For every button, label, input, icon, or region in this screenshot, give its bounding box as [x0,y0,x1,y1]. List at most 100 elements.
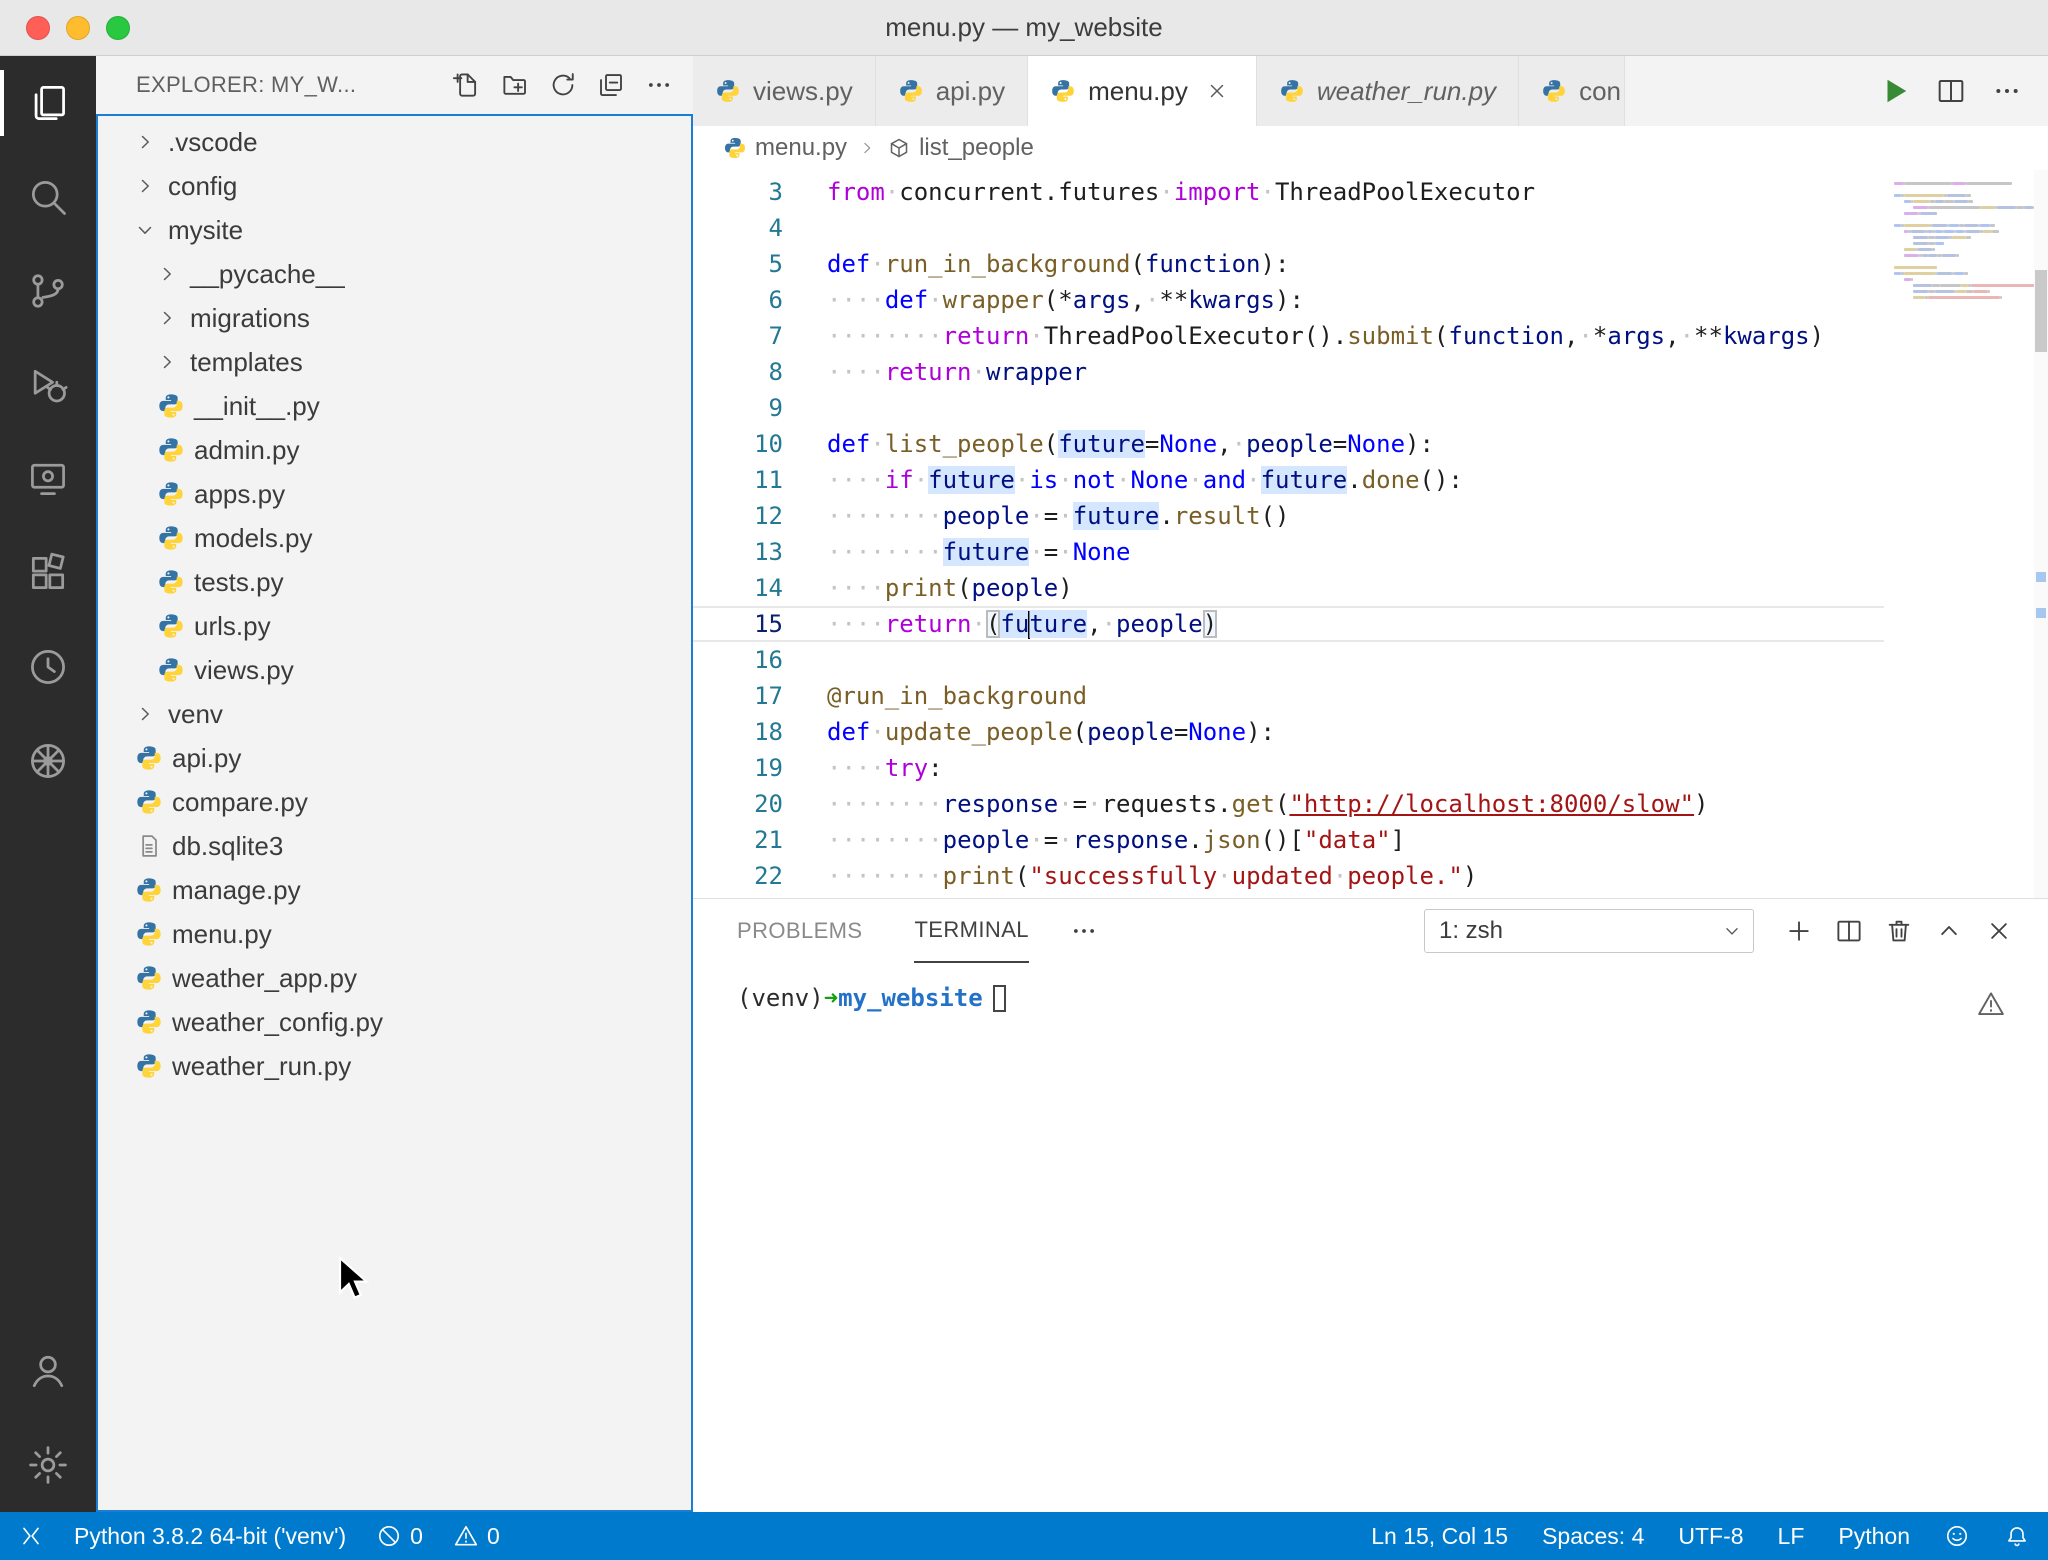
code-line-15[interactable]: 15····return·(future,·people) [693,606,1884,642]
activity-item-settings[interactable] [0,1418,96,1512]
tree-item-models.py[interactable]: models.py [98,516,691,560]
code-line-8[interactable]: 8····return·wrapper [693,354,1884,390]
editor-scrollbar[interactable] [2034,170,2048,898]
tree-item-migrations[interactable]: migrations [98,296,691,340]
tree-item-config[interactable]: config [98,164,691,208]
minimize-window-button[interactable] [66,16,90,40]
close-tab-button[interactable] [1200,74,1234,108]
status-remote-indicator[interactable] [18,1523,44,1549]
split-terminal-button[interactable] [1826,908,1872,954]
activity-item-account[interactable] [0,1324,96,1418]
tab-weather_run.py[interactable]: weather_run.py [1257,56,1519,126]
tree-item-weather_config.py[interactable]: weather_config.py [98,1000,691,1044]
breadcrumb-item-menu.py[interactable]: menu.py [723,134,847,162]
status-encoding[interactable]: UTF-8 [1678,1523,1743,1550]
activity-item-remote-explorer[interactable] [0,432,96,526]
terminal-warning-indicator[interactable] [1976,989,2006,1025]
tree-item-api.py[interactable]: api.py [98,736,691,780]
tree-item-label: templates [190,347,303,378]
tab-views.py[interactable]: views.py [693,56,876,126]
code-line-4[interactable]: 4 [693,210,1884,246]
status-python-interpreter[interactable]: Python 3.8.2 64-bit ('venv') [74,1523,346,1550]
activity-item-source-control[interactable] [0,244,96,338]
activity-item-clock-tool[interactable] [0,620,96,714]
code-line-14[interactable]: 14····print(people) [693,570,1884,606]
status-language-mode[interactable]: Python [1838,1523,1910,1550]
code-line-5[interactable]: 5def·run_in_background(function): [693,246,1884,282]
more-editor-actions-button[interactable] [1984,68,2030,114]
tree-item-weather_app.py[interactable]: weather_app.py [98,956,691,1000]
status-cursor-position[interactable]: Ln 15, Col 15 [1371,1523,1508,1550]
status-eol[interactable]: LF [1778,1523,1805,1550]
tab-api.py[interactable]: api.py [876,56,1028,126]
tree-item-.vscode[interactable]: .vscode [98,120,691,164]
code-line-18[interactable]: 18def·update_people(people=None): [693,714,1884,750]
panel-tab-terminal[interactable]: TERMINAL [914,899,1028,963]
code-line-12[interactable]: 12········people·=·future.result() [693,498,1884,534]
tree-item-manage.py[interactable]: manage.py [98,868,691,912]
new-terminal-button[interactable] [1776,908,1822,954]
run-python-file-button[interactable] [1872,68,1918,114]
status-notifications[interactable] [2004,1523,2030,1549]
activity-item-search[interactable] [0,150,96,244]
code-line-20[interactable]: 20········response·=·requests.get("http:… [693,786,1884,822]
code-line-16[interactable]: 16 [693,642,1884,678]
tree-item-admin.py[interactable]: admin.py [98,428,691,472]
new-folder-button[interactable] [495,65,535,105]
tree-item-compare.py[interactable]: compare.py [98,780,691,824]
close-window-button[interactable] [26,16,50,40]
panel-tab-problems[interactable]: PROBLEMS [737,899,862,963]
tree-item-tests.py[interactable]: tests.py [98,560,691,604]
collapse-folders-button[interactable] [591,65,631,105]
code-line-11[interactable]: 11····if·future·is·not·None·and·future.d… [693,462,1884,498]
code-editor[interactable]: 3from·concurrent.futures·import·ThreadPo… [693,170,2048,898]
status-indentation[interactable]: Spaces: 4 [1542,1523,1644,1550]
tree-item-db.sqlite3[interactable]: db.sqlite3 [98,824,691,868]
refresh-explorer-button[interactable] [543,65,583,105]
tab-con[interactable]: con [1519,56,1625,126]
terminal[interactable]: (venv) ➜ my_website [693,963,2048,1512]
maximize-panel-button[interactable] [1926,908,1972,954]
code-line-17[interactable]: 17@run_in_background [693,678,1884,714]
activity-item-explorer[interactable] [0,56,96,150]
code-line-9[interactable]: 9 [693,390,1884,426]
code-line-10[interactable]: 10def·list_people(future=None,·people=No… [693,426,1884,462]
new-folder-icon [500,70,530,100]
split-editor-button[interactable] [1928,68,1974,114]
tree-item-mysite[interactable]: mysite [98,208,691,252]
activity-item-extensions[interactable] [0,526,96,620]
tree-item-apps.py[interactable]: apps.py [98,472,691,516]
code-line-21[interactable]: 21········people·=·response.json()["data… [693,822,1884,858]
scrollbar-slider[interactable] [2035,270,2047,352]
zoom-window-button[interactable] [106,16,130,40]
terminal-picker[interactable]: 1: zsh [1424,909,1754,953]
activity-item-run-debug[interactable] [0,338,96,432]
tree-item-__pycache__[interactable]: __pycache__ [98,252,691,296]
activity-item-kubernetes[interactable] [0,714,96,808]
more-actions-button[interactable] [639,65,679,105]
code-line-6[interactable]: 6····def·wrapper(*args,·**kwargs): [693,282,1884,318]
code-line-19[interactable]: 19····try: [693,750,1884,786]
tree-item-urls.py[interactable]: urls.py [98,604,691,648]
breadcrumb-item-list_people[interactable]: list_people [887,134,1034,162]
tree-item-__init__.py[interactable]: __init__.py [98,384,691,428]
tree-item-templates[interactable]: templates [98,340,691,384]
code-line-3[interactable]: 3from·concurrent.futures·import·ThreadPo… [693,174,1884,210]
kill-terminal-button[interactable] [1876,908,1922,954]
status-problems-warnings[interactable]: 0 [453,1523,500,1550]
status-feedback[interactable] [1944,1523,1970,1549]
tab-menu.py[interactable]: menu.py [1028,56,1257,126]
status-problems-errors[interactable]: 0 [376,1523,423,1550]
code-line-22[interactable]: 22········print("successfully·updated·pe… [693,858,1884,894]
new-file-button[interactable] [447,65,487,105]
close-panel-button[interactable] [1976,908,2022,954]
tree-item-weather_run.py[interactable]: weather_run.py [98,1044,691,1088]
code-line-7[interactable]: 7········return·ThreadPoolExecutor().sub… [693,318,1884,354]
panel-more-actions[interactable] [1069,916,1099,946]
minimap[interactable] [1884,170,2034,898]
minimap-line [1894,260,2028,263]
tree-item-venv[interactable]: venv [98,692,691,736]
code-line-13[interactable]: 13········future·=·None [693,534,1884,570]
tree-item-menu.py[interactable]: menu.py [98,912,691,956]
tree-item-views.py[interactable]: views.py [98,648,691,692]
